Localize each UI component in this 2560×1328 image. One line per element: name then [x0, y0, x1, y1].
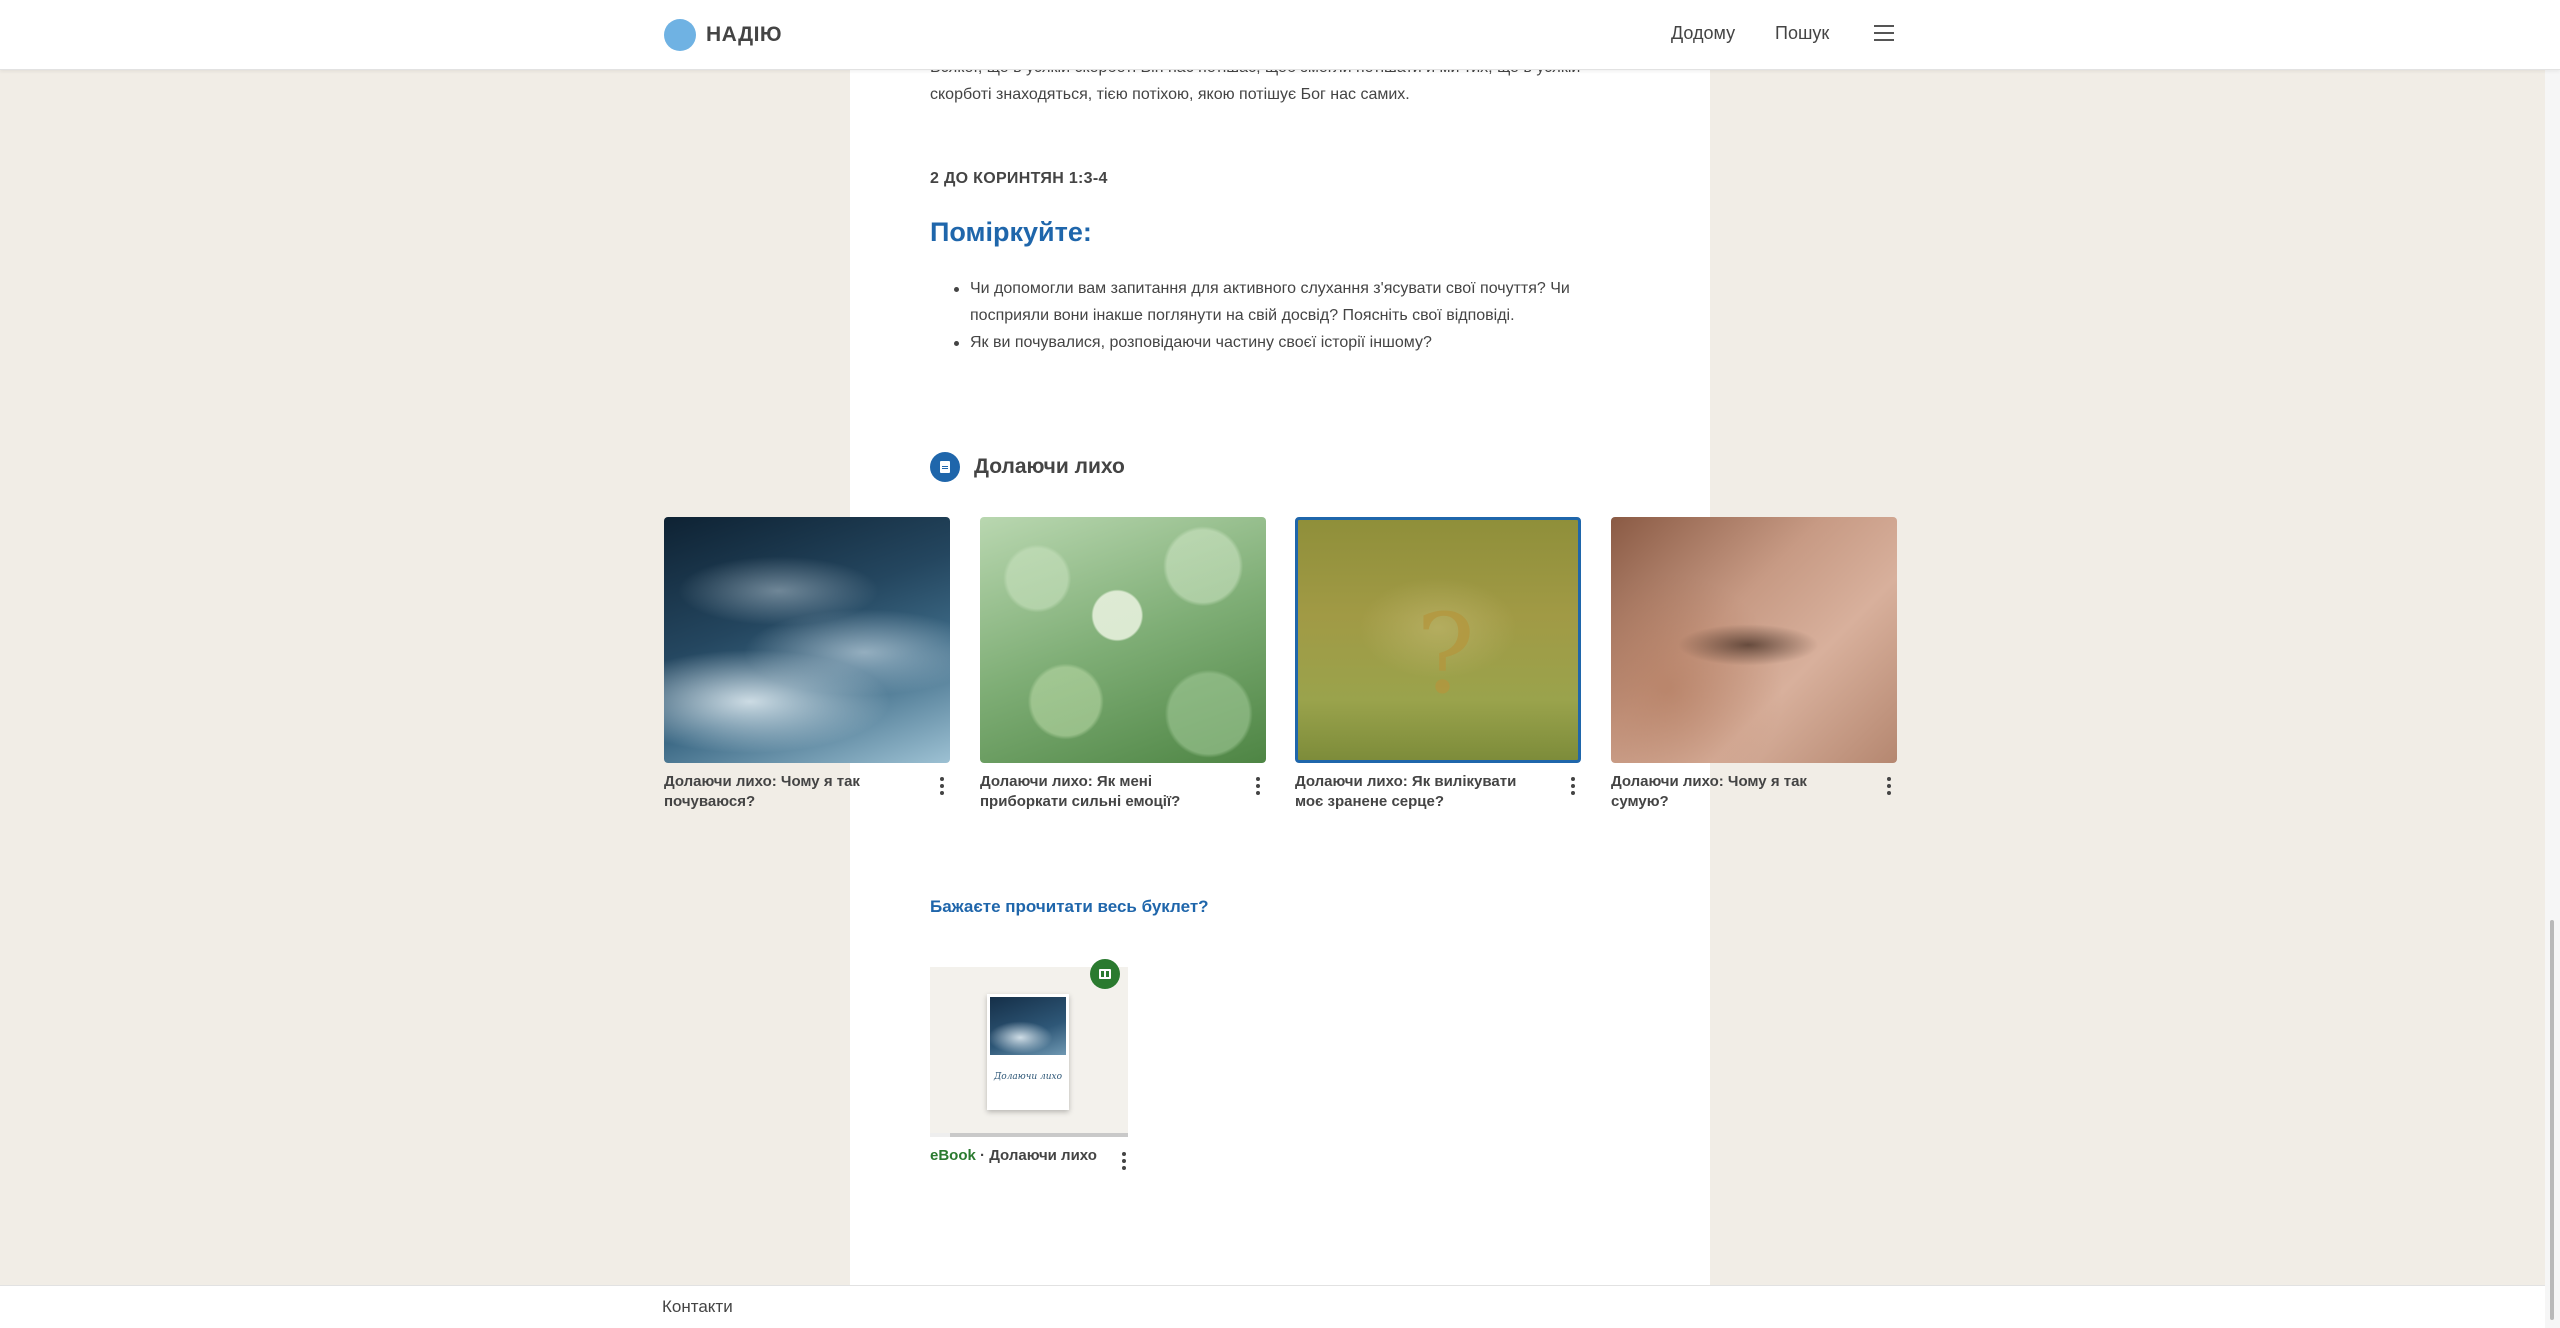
series-card[interactable]: Долаючи лихо: Чому я так сумую? — [1611, 517, 1897, 810]
card-image-ocean-waves — [664, 517, 950, 763]
ebook-card[interactable]: Долаючи лихо eBook · Долаючи лихо — [930, 959, 1128, 1170]
nav-search-link[interactable]: Пошук — [1775, 23, 1829, 44]
site-logo[interactable]: НАДІЮ — [664, 17, 782, 53]
card-image-closed-eye — [1611, 517, 1897, 763]
reflect-heading: Поміркуйте: — [930, 217, 1092, 247]
reading-progress-fill — [930, 1133, 950, 1137]
card-title: Долаючи лихо: Як мені приборкати сильні … — [980, 773, 1181, 810]
read-booklet-link[interactable]: Бажаєте прочитати весь буклет? — [930, 897, 1209, 917]
ebook-title: Долаючи лихо — [989, 1147, 1097, 1164]
series-card-active[interactable]: ? Долаючи лихо: Як вилікувати моє зранен… — [1295, 517, 1581, 810]
site-footer: Контакти — [0, 1285, 2560, 1328]
card-title: Долаючи лихо: Чому я так сумую? — [1611, 773, 1807, 810]
reflect-question: Чи допомогли вам запитання для активного… — [954, 275, 1624, 329]
scrollbar-thumb[interactable] — [2550, 920, 2554, 1320]
cover-title: Долаючи лихо — [993, 1072, 1063, 1082]
logo-text: НАДІЮ — [706, 23, 783, 46]
page-scrollbar[interactable] — [2545, 0, 2560, 1328]
site-header: НАДІЮ Додому Пошук — [0, 0, 2560, 70]
question-mark-icon: ? — [1416, 590, 1475, 718]
more-options-icon[interactable] — [1881, 775, 1897, 797]
series-card[interactable]: Долаючи лихо: Як мені приборкати сильні … — [980, 517, 1266, 810]
caption-separator: · — [975, 1147, 990, 1164]
series-card[interactable]: Долаючи лихо: Чому я так почуваюся? — [664, 517, 950, 810]
card-title: Долаючи лихо: Як вилікувати моє зранене … — [1295, 773, 1517, 810]
series-header-link[interactable]: Долаючи лихо — [930, 452, 1125, 482]
reading-progress-bar — [930, 1133, 1128, 1137]
card-image-question-mark: ? — [1295, 517, 1581, 763]
more-options-icon[interactable] — [1565, 775, 1581, 797]
document-icon — [930, 452, 960, 482]
more-options-icon[interactable] — [934, 775, 950, 797]
nav-home-link[interactable]: Додому — [1671, 23, 1735, 44]
ebook-cover: Долаючи лихо — [987, 994, 1069, 1110]
more-options-icon[interactable] — [1250, 775, 1266, 797]
series-title: Долаючи лихо — [974, 455, 1125, 478]
hamburger-menu-icon[interactable] — [1874, 25, 1894, 41]
cover-image — [990, 997, 1066, 1055]
contacts-link[interactable]: Контакти — [662, 1297, 733, 1317]
ebook-cover-area: Долаючи лихо — [930, 967, 1128, 1137]
logo-circle-icon — [664, 19, 696, 51]
ebook-kind-label: eBook — [930, 1147, 976, 1164]
card-image-green-bokeh — [980, 517, 1266, 763]
ebook-caption: eBook · Долаючи лихо — [930, 1147, 1097, 1164]
more-options-icon[interactable] — [1116, 1150, 1132, 1172]
book-icon — [1090, 959, 1120, 989]
reflect-question: Як ви почувалися, розповідаючи частину с… — [954, 329, 1624, 356]
card-title: Долаючи лихо: Чому я так почуваюся? — [664, 773, 860, 810]
reflect-question-list: Чи допомогли вам запитання для активного… — [954, 275, 1624, 356]
scripture-reference: 2 ДО КОРИНТЯН 1:3-4 — [930, 170, 1108, 187]
